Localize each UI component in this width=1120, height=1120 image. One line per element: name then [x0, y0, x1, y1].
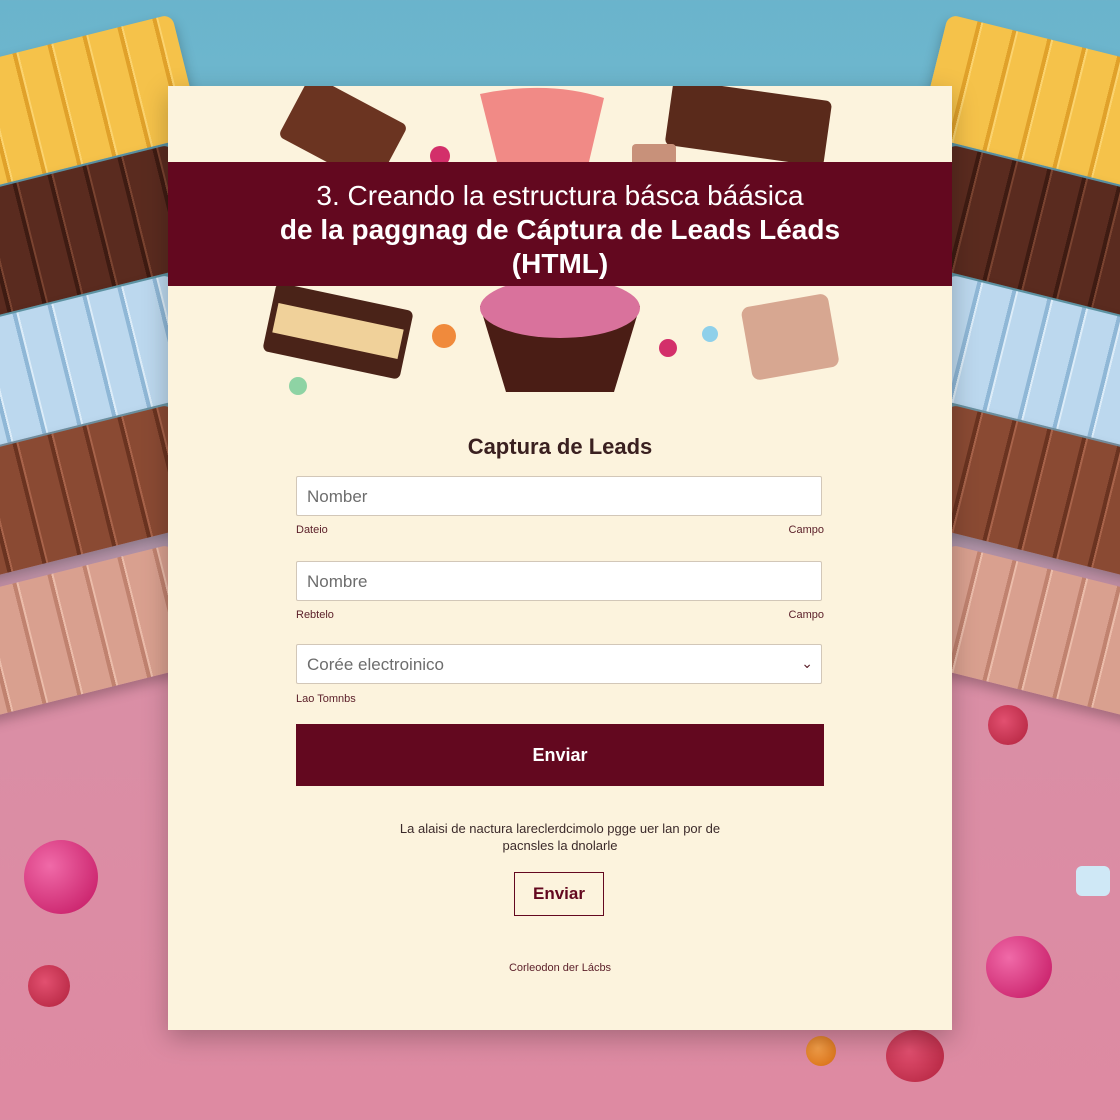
email-select[interactable]: Corée electroinico ⌄	[296, 644, 822, 684]
title-banner: 3. Creando la estructura básca báásica d…	[168, 162, 952, 286]
field-hint-right: Campo	[788, 524, 824, 536]
name-field-2-value: Nombre	[307, 572, 368, 591]
banner-title-line1: 3. Creando la estructura básca báásica	[316, 180, 804, 211]
pink-candy	[24, 840, 98, 914]
orange-candy	[806, 1036, 836, 1066]
raspberry-candy	[28, 965, 70, 1007]
name-field-value: Nomber	[307, 487, 368, 506]
pink-candy	[986, 936, 1052, 998]
lead-capture-card: 3. Creando la estructura básca báásica d…	[168, 86, 952, 1030]
footer-text: Corleodon der Lácbs	[508, 962, 612, 974]
field-hint-left: Dateio	[296, 524, 328, 536]
blue-candy	[1076, 866, 1110, 896]
secondary-submit-button[interactable]: Enviar	[514, 872, 604, 916]
field-hint-right: Campo	[788, 609, 824, 621]
field-hint-left: Lao Tomnbs	[296, 693, 356, 705]
banner-title-line3: (HTML)	[511, 248, 609, 279]
raspberry-candy	[886, 1030, 944, 1082]
banner-title-line2: de la paggnag de Cáptura de Leads Léads	[279, 214, 841, 245]
field-hint-left: Rebtelo	[296, 609, 334, 621]
privacy-note-line2: pacnsles la dnolarle	[502, 838, 618, 853]
submit-button[interactable]: Enviar	[296, 724, 824, 786]
privacy-note-line1: La alaisi de nactura lareclerdcimolo pgg…	[399, 821, 721, 836]
name-field[interactable]: Nomber	[296, 476, 822, 516]
raspberry-candy	[988, 705, 1028, 745]
chevron-down-icon: ⌄	[801, 655, 813, 671]
form-title: Captura de Leads	[467, 434, 653, 459]
privacy-note: La alaisi de nactura lareclerdcimolo pgg…	[168, 820, 952, 854]
name-field-2[interactable]: Nombre	[296, 561, 822, 601]
email-select-value: Corée electroinico	[307, 655, 445, 674]
